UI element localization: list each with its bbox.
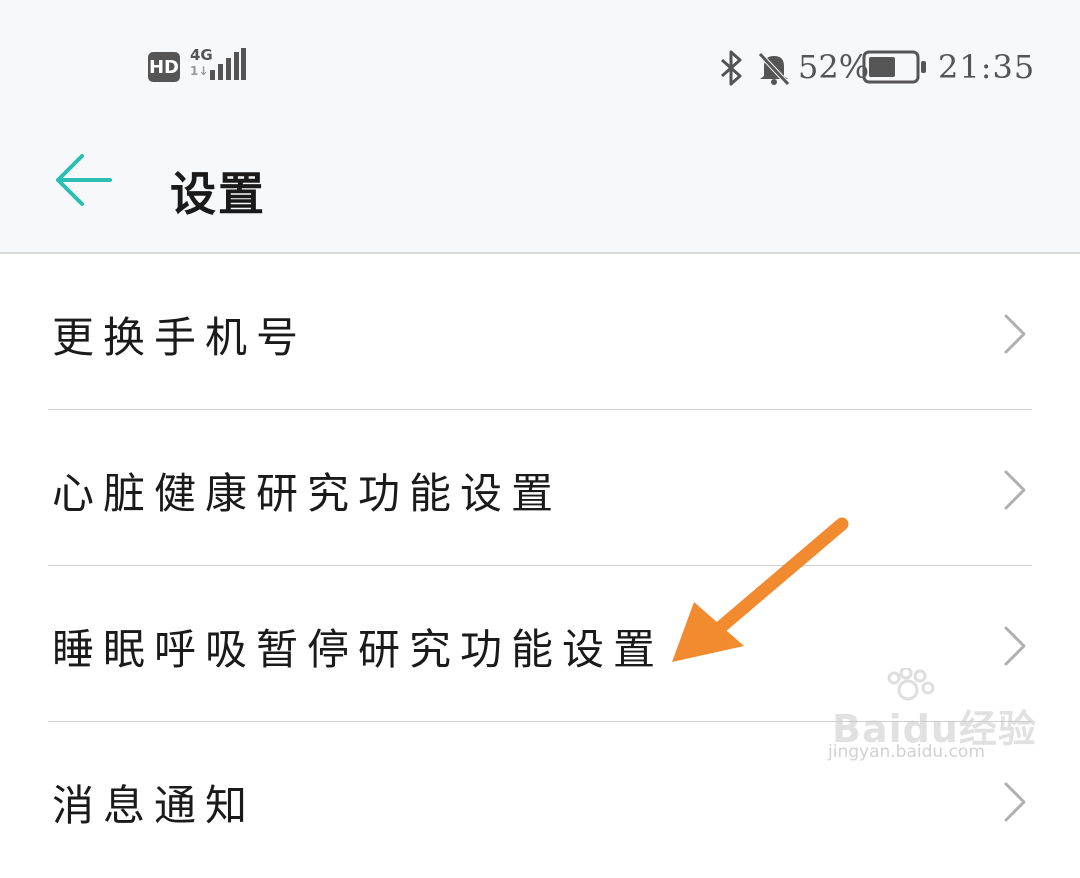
clock: 21:35 xyxy=(938,48,1036,86)
bluetooth-icon xyxy=(721,50,742,86)
hd-badge: HD xyxy=(148,52,180,82)
notifications-muted-icon xyxy=(758,52,790,86)
setting-change-phone[interactable]: 更换手机号 xyxy=(0,254,1080,410)
setting-label: 睡眠呼吸暂停研究功能设置 xyxy=(52,625,665,674)
network-activity: 1↓ xyxy=(190,64,209,78)
signal-icon xyxy=(210,48,246,80)
page-title: 设置 xyxy=(170,167,266,221)
arrow-left-icon[interactable] xyxy=(52,148,116,212)
setting-label: 更换手机号 xyxy=(52,313,308,362)
chevron-right-icon xyxy=(1004,470,1026,510)
chevron-right-icon xyxy=(1004,782,1026,822)
battery-icon xyxy=(862,50,926,84)
setting-heart-health-research[interactable]: 心脏健康研究功能设置 xyxy=(0,410,1080,566)
chevron-right-icon xyxy=(1004,314,1026,354)
setting-label: 消息通知 xyxy=(52,781,257,830)
watermark-url: jingyan.baidu.com xyxy=(828,742,985,762)
settings-list: 更换手机号 心脏健康研究功能设置 睡眠呼吸暂停研究功能设置 消息通知 xyxy=(0,254,1080,878)
setting-label: 心脏健康研究功能设置 xyxy=(52,469,563,518)
annotation-arrow-icon xyxy=(672,517,849,662)
app-header xyxy=(0,130,1080,254)
battery-percent: 52% xyxy=(798,48,870,86)
chevron-right-icon xyxy=(1004,626,1026,666)
